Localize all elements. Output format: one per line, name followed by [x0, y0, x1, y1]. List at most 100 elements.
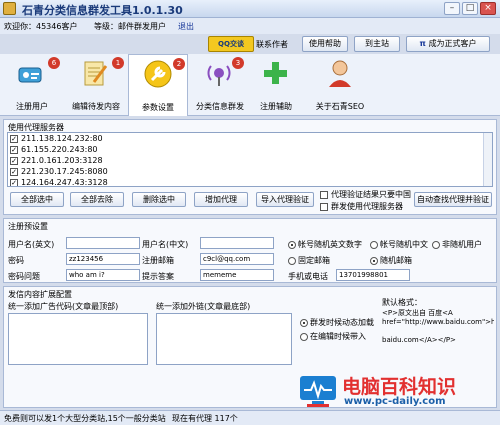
edit-content-icon — [84, 61, 108, 86]
checkbox[interactable]: ✓ — [10, 178, 18, 186]
register-section-title: 注册预设置 — [8, 222, 48, 231]
level-text: 等级：邮件群发用户 — [94, 22, 166, 31]
email-field[interactable]: c9cl@qq.com — [200, 253, 274, 265]
radio[interactable] — [370, 256, 378, 265]
tool-mass-send[interactable]: 3 分类信息群发 — [190, 54, 250, 116]
tool-register-user[interactable]: 6 注册用户 — [2, 54, 62, 116]
status-bar: 免费则可以发1个大型分类站,15个一般分类站 现在有代理 117个 — [0, 410, 500, 425]
proxy-list-scrollbar[interactable] — [483, 133, 492, 186]
ext-link-textarea[interactable] — [156, 313, 292, 365]
register-user-icon — [18, 67, 42, 83]
delete-selected-button[interactable]: 删除选中 — [132, 192, 186, 207]
badge-send: 3 — [232, 57, 244, 69]
tool-register-helper[interactable]: 注册辅助 — [246, 54, 306, 116]
help-button[interactable]: 使用帮助 — [302, 36, 348, 52]
upgrade-label: 成为正式客户 — [428, 39, 477, 48]
username-cn-field[interactable] — [200, 237, 274, 249]
window-title: 石青分类信息群发工具1.0.1.30 — [22, 4, 183, 17]
upgrade-icon: π — [419, 39, 429, 48]
contact-author-link[interactable]: 联系作者 — [256, 39, 288, 50]
radio[interactable] — [432, 240, 440, 249]
username-en-field[interactable] — [66, 237, 140, 249]
logout-link[interactable]: 退出 — [178, 21, 194, 32]
password-field[interactable]: zz123456 — [66, 253, 140, 265]
checkbox[interactable]: ✓ — [10, 145, 18, 154]
maximize-button[interactable]: □ — [462, 2, 478, 15]
watermark: 电脑百科知识 www.pc-daily.com — [298, 372, 498, 410]
settings-wrench-icon — [144, 60, 172, 88]
checkbox[interactable]: ✓ — [10, 167, 18, 176]
tool-about[interactable]: 关于石青SEO — [308, 54, 372, 116]
phone-label: 手机或电话 — [288, 272, 328, 281]
ext-link-label: 统一添加外链(文章最底部) — [156, 302, 251, 311]
list-item[interactable]: ✓ 221.0.161.203:3128 — [8, 155, 492, 166]
dynamic-load-option[interactable]: 群发时候动态加载 — [300, 317, 374, 328]
watermark-name: 电脑百科知识 — [342, 376, 457, 398]
checkbox[interactable] — [320, 190, 328, 199]
list-item[interactable]: ✓ 221.230.17.245:8080 — [8, 166, 492, 177]
fixed-email-option[interactable]: 固定邮箱 — [288, 255, 330, 266]
tool-edit-content[interactable]: 1 编辑待发内容 — [66, 54, 126, 116]
main-site-button[interactable]: 到主站 — [354, 36, 400, 52]
list-item[interactable]: ✓ 61.155.220.243:80 — [8, 144, 492, 155]
username-cn-label: 用户名(中文) — [142, 240, 189, 249]
edit-insert-option[interactable]: 在编辑时候带入 — [300, 331, 366, 342]
welcome-text: 欢迎你：45346客户 — [4, 22, 78, 31]
auto-find-proxy-button[interactable]: 自动查找代理并验证 — [414, 192, 492, 207]
checkbox[interactable] — [320, 202, 328, 211]
phone-field[interactable]: 13701998801 — [336, 269, 410, 281]
random-en-option[interactable]: 帐号随机英文数字 — [288, 239, 362, 250]
import-verify-button[interactable]: 导入代理验证 — [256, 192, 314, 207]
ad-code-textarea[interactable] — [8, 313, 148, 365]
tool-label: 注册用户 — [16, 102, 48, 111]
clear-all-button[interactable]: 全部去除 — [70, 192, 124, 207]
radio[interactable] — [370, 240, 378, 249]
checkbox[interactable]: ✓ — [10, 156, 18, 165]
question-label: 密码问题 — [8, 272, 40, 281]
answer-field[interactable]: mememe — [200, 269, 274, 281]
upgrade-button[interactable]: π 成为正式客户 — [406, 36, 490, 52]
answer-label: 提示答案 — [142, 272, 174, 281]
qq-chat-button[interactable]: QQ交谈 — [208, 36, 254, 52]
tool-settings[interactable]: 2 参数设置 — [128, 54, 188, 116]
use-proxy-option[interactable]: 群发使用代理服务器 — [320, 201, 403, 212]
plus-icon — [264, 62, 287, 84]
radio[interactable] — [288, 240, 296, 249]
password-label: 密码 — [8, 256, 24, 265]
monitor-logo-icon — [300, 376, 336, 407]
badge-register: 6 — [48, 57, 60, 69]
app-icon — [3, 2, 16, 15]
badge-settings: 2 — [173, 58, 185, 70]
non-random-option[interactable]: 非随机用户 — [432, 239, 482, 250]
tool-label: 关于石青SEO — [315, 102, 365, 111]
tool-label: 注册辅助 — [260, 102, 292, 111]
add-proxy-button[interactable]: 增加代理 — [194, 192, 248, 207]
question-field[interactable]: who am i? — [66, 269, 140, 281]
register-section: 注册预设置 用户名(英文) 用户名(中文) 帐号随机英文数字 帐号随机中文 非随… — [3, 218, 497, 283]
select-all-button[interactable]: 全部选中 — [10, 192, 64, 207]
format-title: 默认格式： — [382, 298, 422, 307]
status-right: 现在有代理 117个 — [172, 414, 238, 423]
minimize-button[interactable]: – — [444, 2, 460, 15]
random-email-option[interactable]: 随机邮箱 — [370, 255, 412, 266]
china-only-option[interactable]: 代理验证结果只要中国 — [320, 189, 411, 200]
radio[interactable] — [300, 332, 308, 341]
format-line-1: <P>原文出自 百度<A — [382, 309, 453, 317]
mass-send-icon — [207, 65, 231, 86]
user-bar: 欢迎你：45346客户 等级：邮件群发用户 退出 — [0, 18, 500, 34]
status-left: 免费则可以发1个大型分类站,15个一般分类站 — [4, 414, 166, 423]
radio[interactable] — [288, 256, 296, 265]
list-item[interactable]: ✓ 124.164.247.43:3128 — [8, 177, 492, 186]
close-button[interactable]: × — [480, 2, 496, 15]
format-line-3: baidu.com</A></P> — [382, 336, 456, 344]
about-person-icon — [329, 60, 351, 87]
checkbox[interactable]: ✓ — [10, 134, 18, 143]
tool-label: 编辑待发内容 — [72, 102, 120, 111]
tool-label: 参数设置 — [142, 103, 174, 112]
watermark-url: www.pc-daily.com — [344, 396, 446, 407]
proxy-list[interactable]: ✓ 211.138.124.232:80 ✓ 61.155.220.243:80 ✓… — [7, 132, 493, 187]
proxy-section: 使用代理服务器 ✓ 211.138.124.232:80 ✓ 61.155.220.… — [3, 119, 497, 215]
random-cn-option[interactable]: 帐号随机中文 — [370, 239, 428, 250]
radio[interactable] — [300, 318, 308, 327]
list-item[interactable]: ✓ 211.138.124.232:80 — [8, 133, 492, 144]
